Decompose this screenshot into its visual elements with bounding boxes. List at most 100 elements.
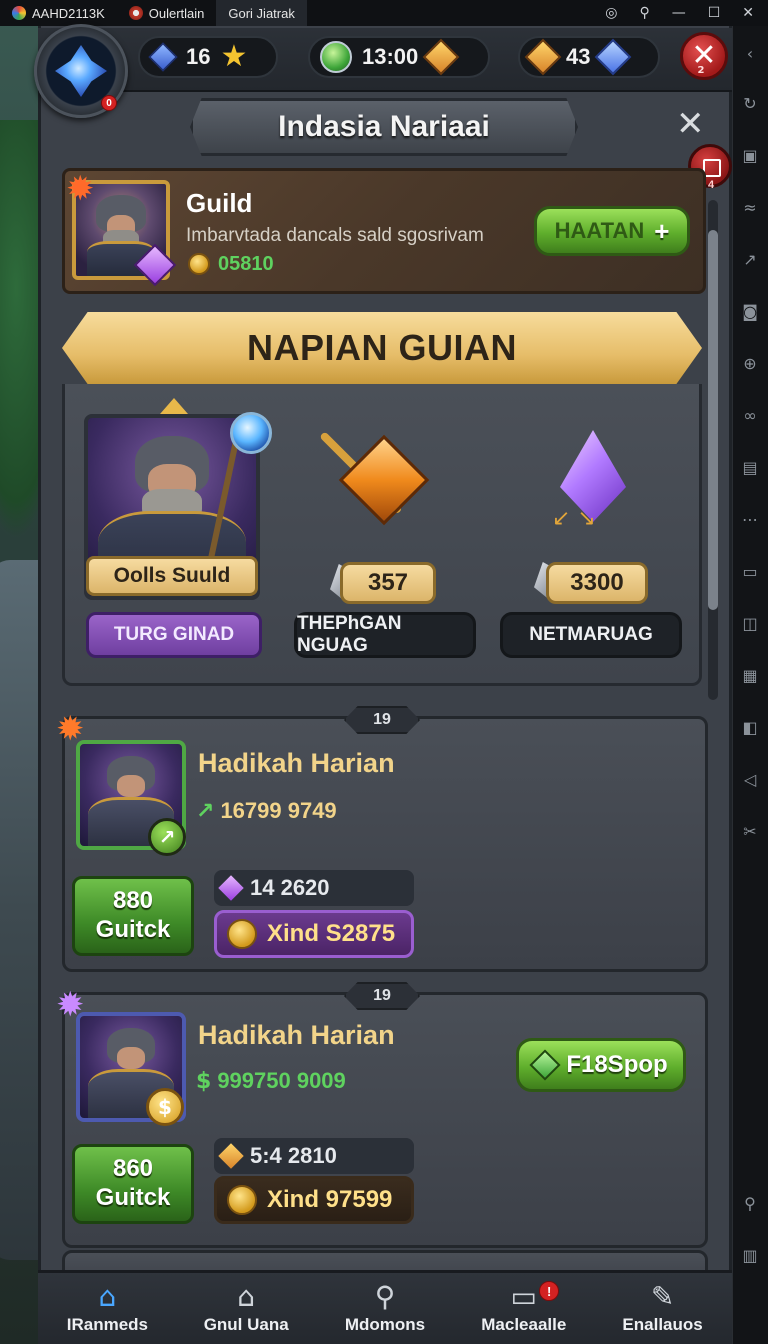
gold-bar-icon xyxy=(218,1143,244,1169)
timer-value: 13:00 xyxy=(362,44,419,69)
shake-icon[interactable]: ≈ xyxy=(738,196,762,220)
zoom-icon[interactable]: ⊕ xyxy=(738,352,762,376)
calendar-icon[interactable]: ▦ xyxy=(738,664,762,688)
item-quantity-2-value: 3300 xyxy=(570,569,624,596)
search-icon[interactable]: ⚲ xyxy=(738,1192,762,1216)
screenshot-icon[interactable]: ▣ xyxy=(738,144,762,168)
record-icon[interactable]: ◎ xyxy=(605,5,617,21)
emulator-toolbar: ‹ ↻ ▣ ≈ ↗ ◙ ⊕ ∞ ▤ ⋯ ▭ ◫ ▦ ◧ ◁ ✂ ⚲ ▥ xyxy=(732,26,768,1344)
os-tab-2[interactable]: Oulertlain xyxy=(117,0,217,26)
os-tab-1[interactable]: AAHD2113K xyxy=(0,0,117,26)
nav-label: Macleaalle xyxy=(481,1314,567,1334)
page-title: Indasia Nariaai xyxy=(278,110,490,143)
gold-coin-icon xyxy=(227,919,257,949)
event-1-title: Hadikah Harian xyxy=(198,748,395,778)
pin-icon[interactable]: ⚲ xyxy=(639,5,649,21)
more-icon[interactable]: ⋯ xyxy=(738,508,762,532)
nav-label: Mdomons xyxy=(344,1314,426,1334)
event-2-coin-pill[interactable]: Xind 97599 xyxy=(214,1176,414,1224)
scrollbar-thumb[interactable] xyxy=(708,230,718,610)
collapse-icon[interactable]: ‹ xyxy=(738,42,762,66)
tab-turg-ginad[interactable]: TURG GINAD xyxy=(86,612,262,658)
apk-icon[interactable]: ▤ xyxy=(738,456,762,480)
message-icon: ▭ xyxy=(510,1279,538,1313)
os-tab-label: Oulertlain xyxy=(148,5,205,21)
guild-join-button[interactable]: HAATAN + xyxy=(534,206,690,256)
os-tab-3[interactable]: Gori Jiatrak xyxy=(216,0,307,26)
browser-icon xyxy=(128,6,143,20)
event-2-stat: $999750 9009 xyxy=(196,1068,346,1094)
magic-orb-icon xyxy=(230,412,272,454)
rotate-icon[interactable]: ↻ xyxy=(738,92,762,116)
event-2-title: Hadikah Harian xyxy=(198,1020,395,1050)
share-icon[interactable]: ↗ xyxy=(738,248,762,272)
title-plate: Indasia Nariaai xyxy=(190,98,578,156)
level-up-badge-icon: ↗ xyxy=(148,818,186,856)
minimize-button[interactable]: — xyxy=(672,5,686,21)
tab-thephgan-nguag[interactable]: THEPhGAN NGUAG xyxy=(294,612,476,658)
search-icon: ⚲ xyxy=(374,1279,396,1313)
window-icon[interactable]: ▭ xyxy=(738,560,762,584)
tab-label: TURG GINAD xyxy=(113,624,235,645)
window-close-button[interactable]: ✕ xyxy=(742,5,754,21)
exit-button[interactable]: ✕ 2 xyxy=(680,32,728,80)
guild-coins: 05810 xyxy=(218,253,274,275)
gamepad-icon[interactable]: ◧ xyxy=(738,716,762,740)
nav-item-search[interactable]: ⚲ Mdomons xyxy=(316,1273,455,1344)
nav-item-home[interactable]: ⌂ IRanmeds xyxy=(38,1273,177,1344)
nav-item-settings[interactable]: ✎ Enallauos xyxy=(593,1273,732,1344)
book-icon[interactable]: ▥ xyxy=(738,1244,762,1268)
camera-icon[interactable]: ◙ xyxy=(738,300,762,324)
guild-name: Guild xyxy=(186,188,253,218)
event-1-claim-button[interactable]: 880 Guitck xyxy=(72,876,194,956)
crystal-icon xyxy=(55,45,107,97)
plus-icon: + xyxy=(654,215,670,246)
guild-description: Imbarvtada dancals sald sgosrivam xyxy=(186,225,484,246)
gold-coin-badge-icon: $ xyxy=(146,1088,184,1126)
gem-counter[interactable]: 16 ★ xyxy=(138,36,278,78)
reward-value: 14 2620 xyxy=(250,875,330,900)
event-1-reward-row: 14 2620 xyxy=(214,870,414,906)
green-orb-icon xyxy=(320,41,352,73)
location-icon[interactable]: ◁ xyxy=(738,768,762,792)
os-tab-label: Gori Jiatrak xyxy=(228,5,295,21)
timer-counter[interactable]: 13:00 xyxy=(308,36,490,78)
folder-icon[interactable]: ◫ xyxy=(738,612,762,636)
diamond-counter[interactable]: 43 xyxy=(518,36,660,78)
gold-diamond-icon xyxy=(524,38,562,76)
event-tag: 19 xyxy=(344,706,420,734)
hero-name-plate: Oolls Suuld xyxy=(86,556,258,596)
tab-netmaruag[interactable]: NETMARUAG xyxy=(500,612,682,658)
event-2-stat-value: 999750 9009 xyxy=(217,1068,346,1093)
messages-badge: ! xyxy=(539,1281,560,1301)
gold-gem-icon xyxy=(422,38,460,76)
hero-name: Oolls Suuld xyxy=(113,564,231,587)
star-icon: ★ xyxy=(220,39,248,74)
claim-label: Guitck xyxy=(95,916,171,943)
panel-close-button[interactable]: ✕ xyxy=(676,104,705,144)
nav-label: IRanmeds xyxy=(66,1314,149,1334)
crystal-arrows-icon: ↙ ↘ xyxy=(552,506,596,531)
tool-icon[interactable]: ✂ xyxy=(738,820,762,844)
tab-label: THEPhGAN NGUAG xyxy=(297,613,402,656)
coin-pill-text: Xind 97599 xyxy=(267,1186,393,1213)
event-1-coin-pill[interactable]: Xind S2875 xyxy=(214,910,414,958)
event-2-shop-button[interactable]: F18Spop xyxy=(516,1038,686,1092)
coin-pill-text: Xind S2875 xyxy=(267,920,396,947)
blue-diamond-icon xyxy=(595,38,632,76)
event-tag-value: 19 xyxy=(373,987,391,1004)
dollar-icon: $ xyxy=(196,1069,212,1094)
guild-join-label: HAATAN xyxy=(554,218,645,243)
event-2-claim-button[interactable]: 860 Guitck xyxy=(72,1144,194,1224)
player-avatar[interactable]: 0 xyxy=(34,24,128,118)
nav-item-messages[interactable]: ▭ Macleaalle ! xyxy=(454,1273,593,1344)
maximize-button[interactable]: ☐ xyxy=(708,5,721,21)
bottom-navigation: ⌂ IRanmeds ⌂ Gnul Uana ⚲ Mdomons ▭ Macle… xyxy=(38,1270,732,1344)
multi-instance-icon[interactable]: ∞ xyxy=(738,404,762,428)
os-tab-label: AAHD2113K xyxy=(32,5,105,21)
guild-hall-icon: ⌂ xyxy=(237,1279,256,1313)
exit-badge: 2 xyxy=(697,65,705,76)
event-tag: 19 xyxy=(344,982,420,1010)
claim-amount: 860 xyxy=(112,1155,154,1183)
nav-item-guild[interactable]: ⌂ Gnul Uana xyxy=(177,1273,316,1344)
